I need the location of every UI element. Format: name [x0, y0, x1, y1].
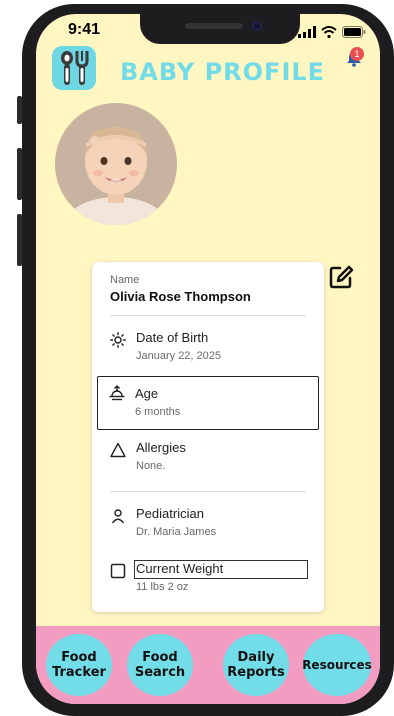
divider [110, 315, 306, 316]
status-time: 9:41 [68, 21, 101, 38]
name-label: Name [110, 274, 140, 286]
nav-label: Reports [227, 665, 285, 680]
field-pediatrician[interactable]: Pediatrician Dr. Maria James [100, 502, 320, 554]
field-value: January 22, 2025 [136, 350, 222, 362]
field-label: Date of Birth [136, 330, 209, 345]
app-screen: 9:41 BABY PROFILE 1 Name Olivia Rose Tho… [36, 14, 380, 704]
nav-label: Food [142, 650, 178, 665]
field-age[interactable]: Age 6 months [97, 376, 319, 430]
triangle-icon [110, 442, 126, 458]
nav-label: Tracker [52, 665, 106, 680]
field-value: Dr. Maria James [136, 526, 217, 538]
signal-icon [298, 26, 316, 38]
field-label: Current Weight [136, 561, 224, 576]
field-label: Allergies [136, 440, 186, 455]
wifi-icon [321, 26, 337, 38]
field-value: 6 months [135, 406, 181, 418]
spoon-fork-icon [61, 51, 89, 85]
divider [110, 491, 306, 492]
nav-daily-reports[interactable]: Daily Reports [223, 634, 289, 696]
page-title: BABY PROFILE [120, 58, 326, 86]
front-camera [252, 21, 262, 31]
nav-label: Food [61, 650, 97, 665]
status-icons [298, 26, 366, 38]
nav-label: Search [134, 665, 186, 680]
field-date-of-birth[interactable]: Date of Birth January 22, 2025 [100, 326, 320, 378]
field-value: 11 lbs 2 oz [136, 581, 189, 593]
nav-resources[interactable]: Resources [302, 634, 372, 696]
volume-down-button [17, 214, 22, 266]
field-label: Age [135, 386, 159, 401]
profile-card: Name Olivia Rose Thompson Date of Birth … [92, 262, 324, 612]
volume-up-button [17, 148, 22, 200]
notification-badge: 1 [350, 47, 364, 61]
bottom-nav: Food Tracker Food Search Daily Reports Reso… [36, 626, 380, 704]
sun-icon [110, 332, 126, 348]
field-value: None. [136, 460, 166, 472]
person-icon [111, 509, 125, 524]
edit-icon[interactable] [328, 264, 354, 290]
checkbox-icon [110, 563, 126, 579]
notch [140, 14, 300, 44]
app-logo [52, 46, 96, 90]
mute-switch [17, 96, 22, 124]
nav-food-tracker[interactable]: Food Tracker [46, 634, 112, 696]
speaker [185, 23, 243, 29]
field-current-weight[interactable]: Current Weight 11 lbs 2 oz [100, 557, 320, 609]
field-allergies[interactable]: Allergies None. [100, 436, 320, 488]
battery-icon [342, 26, 366, 38]
field-label: Pediatrician [136, 506, 204, 521]
sunrise-icon [109, 385, 125, 401]
nav-food-search[interactable]: Food Search [127, 634, 193, 696]
nav-label: Resources [302, 657, 372, 672]
name-value: Olivia Rose Thompson [110, 289, 251, 304]
nav-label: Daily [237, 650, 275, 665]
baby-avatar [55, 103, 177, 225]
